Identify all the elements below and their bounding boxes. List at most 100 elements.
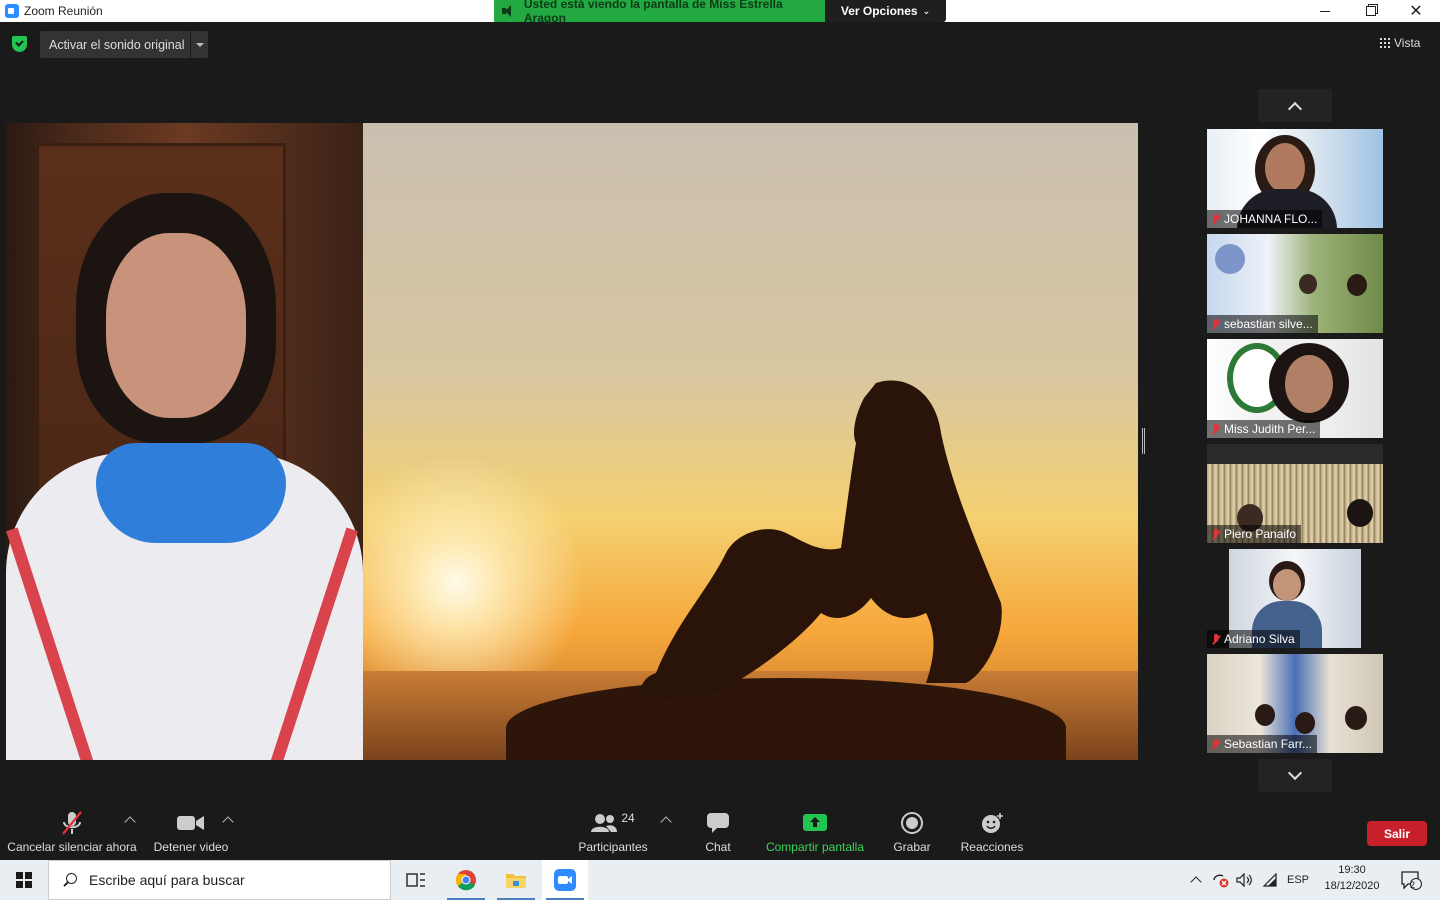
taskbar-zoom[interactable]	[542, 860, 588, 900]
chat-button[interactable]: Chat	[700, 808, 736, 856]
scroll-up-button[interactable]	[1258, 89, 1332, 122]
search-icon	[63, 873, 77, 887]
record-icon	[901, 812, 923, 834]
participant-name-tag: Piero Panaifo	[1207, 525, 1302, 543]
notifications-button[interactable]: 2	[1394, 860, 1428, 900]
tray-clock[interactable]: 19:30 18/12/2020	[1318, 862, 1386, 898]
view-options-button[interactable]: Ver Opciones ⌄	[825, 0, 946, 22]
taskbar-file-explorer[interactable]	[493, 860, 539, 900]
participant-name-tag: Miss Judith Per...	[1207, 420, 1321, 438]
view-options-label: Ver Opciones	[840, 4, 918, 18]
start-button[interactable]	[0, 860, 48, 900]
notification-count: 2	[1410, 880, 1416, 890]
chevron-up-icon	[1190, 876, 1202, 888]
chevron-up-icon	[1287, 101, 1303, 116]
security-shield-icon[interactable]	[12, 36, 27, 52]
task-view-button[interactable]	[393, 860, 439, 900]
share-screen-label: Compartir pantalla	[765, 840, 865, 854]
language-indicator: ESP	[1286, 874, 1309, 886]
mic-muted-icon	[1212, 213, 1220, 225]
view-button[interactable]: Vista	[1380, 33, 1432, 53]
clock-time: 19:30	[1338, 864, 1366, 876]
tray-network-status[interactable]	[1210, 860, 1232, 900]
restore-icon	[1366, 6, 1376, 16]
mic-muted-icon	[1212, 528, 1220, 540]
participant-head	[1255, 704, 1275, 726]
restore-button[interactable]	[1348, 0, 1394, 22]
share-screen-icon	[803, 814, 827, 831]
tray-wifi[interactable]	[1260, 860, 1280, 900]
participant-tile[interactable]: sebastian silve...	[1207, 234, 1383, 333]
presenter-face	[106, 233, 246, 418]
wifi-icon	[1262, 873, 1277, 887]
mic-muted-icon	[1212, 738, 1220, 750]
share-banner: Usted está viendo la pantalla de Miss Es…	[494, 0, 825, 25]
participant-tile[interactable]: Sebastian Farr...	[1207, 654, 1383, 753]
chat-label: Chat	[705, 840, 731, 854]
tray-language[interactable]: ESP	[1284, 860, 1312, 900]
participant-face	[1273, 569, 1301, 601]
participant-name: Miss Judith Per...	[1224, 422, 1316, 436]
shared-screen[interactable]	[6, 123, 1138, 760]
windows-logo-icon	[16, 872, 32, 888]
share-banner-text: Usted está viendo la pantalla de Miss Es…	[523, 0, 783, 25]
participants-options-caret[interactable]	[660, 816, 672, 828]
mic-muted-icon	[1212, 633, 1220, 645]
participant-name-tag: JOHANNA FLO...	[1207, 210, 1323, 228]
participant-face	[1265, 143, 1305, 193]
speaker-icon	[1236, 873, 1252, 887]
participant-face	[1285, 355, 1333, 413]
balloon	[1215, 244, 1245, 274]
leave-label: Salir	[1383, 826, 1410, 841]
presenter-collar	[96, 443, 286, 543]
tray-overflow-button[interactable]	[1186, 860, 1206, 900]
minimize-icon	[1320, 10, 1330, 12]
share-screen-button[interactable]: Compartir pantalla	[764, 808, 866, 856]
minimize-button[interactable]	[1302, 0, 1348, 22]
zoom-window: Zoom Reunión Usted está viendo la pantal…	[0, 0, 1440, 900]
participant-name: Adriano Silva	[1224, 632, 1295, 646]
tray-volume[interactable]	[1235, 860, 1255, 900]
taskbar-chrome[interactable]	[443, 860, 489, 900]
taskbar-search-placeholder: Escribe aquí para buscar	[89, 872, 245, 888]
close-button[interactable]: ✕	[1393, 0, 1439, 22]
participant-tile[interactable]: Adriano Silva	[1207, 549, 1383, 648]
participant-tile[interactable]: Miss Judith Per...	[1207, 339, 1383, 438]
mic-muted-icon	[62, 811, 82, 835]
participants-button[interactable]: 24 Participantes	[578, 808, 647, 856]
mic-muted-icon	[1212, 423, 1220, 435]
unmute-label: Cancelar silenciar ahora	[7, 840, 137, 854]
scroll-down-button[interactable]	[1258, 759, 1332, 792]
panel-resize-handle[interactable]	[1142, 428, 1145, 454]
leave-button[interactable]: Salir	[1367, 821, 1427, 846]
reactions-button[interactable]: Reacciones	[960, 808, 1024, 856]
participant-tile[interactable]: JOHANNA FLO...	[1207, 129, 1383, 228]
presenter-video	[6, 123, 363, 760]
original-sound-button[interactable]: Activar el sonido original	[40, 31, 190, 58]
chevron-down-icon	[1287, 765, 1303, 780]
reactions-label: Reacciones	[960, 840, 1024, 854]
participant-head	[1345, 706, 1367, 730]
stop-video-button[interactable]: Detener video	[154, 808, 228, 856]
participants-count: 24	[621, 811, 635, 825]
participant-name: Sebastian Farr...	[1224, 737, 1313, 751]
close-icon: ✕	[1409, 3, 1423, 20]
participant-name: Piero Panaifo	[1224, 527, 1297, 541]
zoom-app-icon	[5, 4, 19, 18]
windows-taskbar: Escribe aquí para buscar ESP 19:30 18/12…	[0, 860, 1440, 900]
participant-tile[interactable]: Piero Panaifo	[1207, 444, 1383, 543]
original-sound-dropdown[interactable]	[191, 31, 208, 58]
mic-muted-icon	[1212, 318, 1220, 330]
view-label: Vista	[1394, 36, 1421, 50]
participant-name-tag: Adriano Silva	[1207, 630, 1300, 648]
participant-head	[1347, 499, 1373, 527]
sitting-woman-silhouette	[640, 380, 1002, 703]
unmute-button[interactable]: Cancelar silenciar ahora	[7, 808, 137, 856]
task-view-icon	[406, 873, 425, 887]
banner-decoration	[1207, 444, 1383, 464]
taskbar-search[interactable]: Escribe aquí para buscar	[48, 860, 391, 900]
record-button[interactable]: Grabar	[892, 808, 932, 856]
grid-icon	[1380, 38, 1390, 48]
speaker-icon	[502, 5, 514, 17]
participant-name-tag: Sebastian Farr...	[1207, 735, 1318, 753]
